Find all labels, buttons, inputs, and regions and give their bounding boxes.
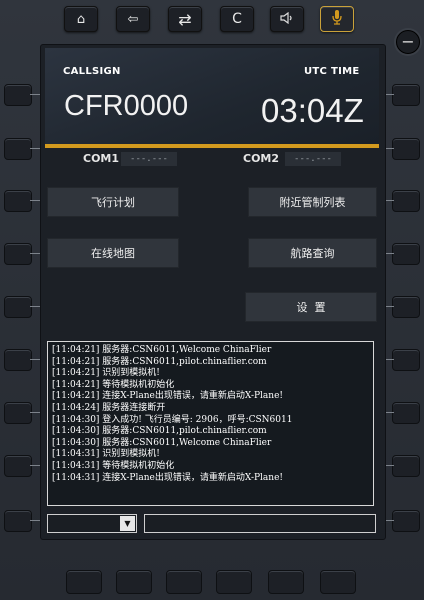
route-query-button[interactable]: 航路查询: [248, 238, 377, 268]
home-icon: ⌂: [76, 11, 86, 27]
log-line: [11:04:21] 服务器:CSN6011,pilot.chinaflier.…: [52, 356, 267, 367]
bottom-key-4[interactable]: [216, 570, 252, 594]
swap-button[interactable]: ⇄: [168, 6, 202, 32]
log-line: [11:04:31] 等待模拟机初始化: [52, 460, 175, 471]
header-accent-bar: [45, 144, 379, 148]
minus-icon: −: [401, 32, 415, 51]
lsk-left-1[interactable]: [4, 84, 32, 106]
lsk-right-4[interactable]: [392, 243, 420, 265]
com2-frequency: ---.---: [285, 152, 341, 166]
lsk-right-9[interactable]: [392, 510, 420, 532]
settings-button[interactable]: 设 置: [245, 292, 377, 322]
lsk-left-3[interactable]: [4, 190, 32, 212]
callsign-label: CALLSIGN: [63, 66, 121, 77]
lsk-right-8[interactable]: [392, 455, 420, 477]
chevron-down-icon[interactable]: ▼: [120, 516, 135, 531]
online-map-button[interactable]: 在线地图: [47, 238, 179, 268]
volume-button[interactable]: [270, 6, 304, 32]
bottom-key-3[interactable]: [166, 570, 202, 594]
lsk-left-6[interactable]: [4, 349, 32, 371]
log-line: [11:04:31] 识别到模拟机!: [52, 449, 160, 460]
flight-plan-button[interactable]: 飞行计划: [47, 187, 179, 217]
lsk-left-9[interactable]: [4, 510, 32, 532]
back-button[interactable]: ⇦: [116, 6, 150, 32]
log-line: [11:04:30] 服务器:CSN6011,pilot.chinaflier.…: [52, 426, 267, 437]
message-log[interactable]: [11:04:21] 服务器:CSN6011,Welcome ChinaFlie…: [47, 341, 374, 506]
clear-icon: C: [232, 11, 242, 27]
command-input[interactable]: [144, 514, 376, 533]
com1-label: COM1: [83, 152, 120, 165]
log-line: [11:04:21] 连接X-Plane出现错误，请重新启动X-Plane!: [52, 391, 284, 402]
lsk-right-1[interactable]: [392, 84, 420, 106]
nearby-atc-button[interactable]: 附近管制列表: [248, 187, 377, 217]
bottom-key-1[interactable]: [66, 570, 102, 594]
log-line: [11:04:21] 服务器:CSN6011,Welcome ChinaFlie…: [52, 345, 272, 355]
brightness-minus-button[interactable]: −: [396, 30, 420, 54]
lsk-left-8[interactable]: [4, 455, 32, 477]
home-button[interactable]: ⌂: [64, 6, 98, 32]
com2-label: COM2: [243, 152, 280, 165]
com1-frequency: ---.---: [121, 152, 177, 166]
log-line: [11:04:30] 登入成功! 飞行员编号: 2906，呼号:CSN6011: [52, 414, 293, 425]
bottom-key-6[interactable]: [320, 570, 356, 594]
arrow-left-icon: ⇦: [127, 11, 139, 27]
lsk-left-7[interactable]: [4, 402, 32, 424]
speaker-icon: [280, 11, 294, 27]
mic-button[interactable]: [320, 6, 354, 32]
lsk-right-6[interactable]: [392, 349, 420, 371]
utc-time-value: 03:04Z: [261, 92, 364, 129]
log-line: [11:04:24] 服务器连接断开: [52, 402, 166, 413]
clear-button[interactable]: C: [220, 6, 254, 32]
lsk-left-2[interactable]: [4, 138, 32, 160]
lsk-left-5[interactable]: [4, 296, 32, 318]
microphone-icon: [331, 9, 343, 29]
log-line: [11:04:21] 识别到模拟机!: [52, 368, 160, 379]
channel-select[interactable]: ▼: [47, 514, 137, 533]
log-line: [11:04:21] 等待模拟机初始化: [52, 379, 175, 390]
lsk-right-3[interactable]: [392, 190, 420, 212]
log-line: [11:04:31] 连接X-Plane出现错误，请重新启动X-Plane!: [52, 472, 284, 483]
lsk-left-4[interactable]: [4, 243, 32, 265]
lsk-right-7[interactable]: [392, 402, 420, 424]
log-line: [11:04:30] 服务器:CSN6011,Welcome ChinaFlie…: [52, 437, 272, 448]
utc-time-label: UTC TIME: [304, 66, 360, 77]
swap-icon: ⇄: [178, 9, 192, 29]
bottom-key-5[interactable]: [268, 570, 304, 594]
callsign-value: CFR0000: [64, 90, 189, 122]
bottom-key-2[interactable]: [116, 570, 152, 594]
lsk-right-2[interactable]: [392, 138, 420, 160]
lsk-right-5[interactable]: [392, 296, 420, 318]
